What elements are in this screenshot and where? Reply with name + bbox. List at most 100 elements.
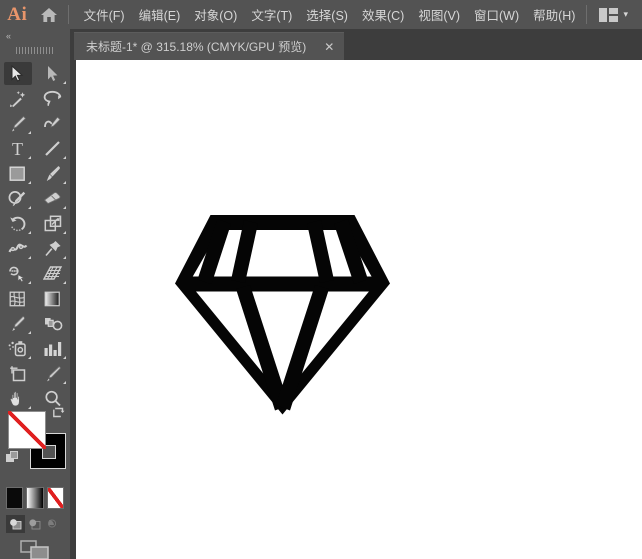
type-tool[interactable]: T	[0, 136, 35, 161]
menu-window[interactable]: 窗口(W)	[467, 0, 526, 29]
eyedropper-tool[interactable]	[0, 311, 35, 336]
document-tab-title: 未标题-1* @ 315.18% (CMYK/GPU 预览)	[86, 38, 306, 55]
tool-flyout-indicator[interactable]	[28, 406, 31, 409]
tool-flyout-indicator[interactable]	[63, 156, 66, 159]
document-tab-bar: 未标题-1* @ 315.18% (CMYK/GPU 预览) ✕	[70, 29, 642, 60]
menu-view[interactable]: 视图(V)	[411, 0, 467, 29]
canvas-area[interactable]	[70, 60, 642, 559]
scale-tool[interactable]	[35, 211, 70, 236]
tool-flyout-indicator[interactable]	[28, 356, 31, 359]
color-mode-buttons	[6, 487, 64, 509]
tool-flyout-indicator[interactable]	[28, 181, 31, 184]
tool-flyout-indicator[interactable]	[63, 81, 66, 84]
fill-swatch[interactable]	[8, 411, 46, 449]
menu-object[interactable]: 对象(O)	[187, 0, 244, 29]
tool-flyout-indicator[interactable]	[28, 156, 31, 159]
diamond-artwork[interactable]	[175, 215, 390, 415]
collapse-panel-icon[interactable]: «	[6, 31, 10, 41]
magic-wand-tool[interactable]	[0, 86, 35, 111]
selection-tool[interactable]	[0, 61, 35, 86]
tool-row	[0, 161, 70, 186]
tool-row: T	[0, 136, 70, 161]
menu-effect[interactable]: 效果(C)	[355, 0, 411, 29]
workspace-switcher-icon[interactable]	[595, 0, 621, 29]
panel-drag-handle[interactable]	[16, 47, 54, 54]
tool-flyout-indicator[interactable]	[63, 256, 66, 259]
blend-tool[interactable]	[35, 311, 70, 336]
tool-flyout-indicator[interactable]	[63, 181, 66, 184]
shaper-tool[interactable]	[0, 186, 35, 211]
rotate-tool[interactable]	[0, 211, 35, 236]
draw-inside-button[interactable]	[44, 515, 63, 533]
paintbrush-tool[interactable]	[35, 161, 70, 186]
curvature-tool[interactable]	[35, 111, 70, 136]
tool-row	[0, 211, 70, 236]
default-stroke-square	[10, 451, 18, 459]
tool-flyout-indicator[interactable]	[28, 131, 31, 134]
pen-tool[interactable]	[0, 111, 35, 136]
menu-type[interactable]: 文字(T)	[244, 0, 299, 29]
tool-flyout-indicator[interactable]	[63, 281, 66, 284]
menu-select[interactable]: 选择(S)	[299, 0, 355, 29]
workspace-controls: ▾	[582, 0, 642, 29]
eraser-tool[interactable]	[35, 186, 70, 211]
none-slash-icon	[8, 411, 46, 449]
artboard-tool[interactable]	[0, 361, 35, 386]
swap-fill-stroke-icon[interactable]	[52, 407, 66, 424]
tool-row	[0, 361, 70, 386]
app-logo: Ai	[0, 0, 34, 29]
draw-mode-buttons	[6, 515, 64, 533]
none-mode-button[interactable]	[47, 487, 64, 509]
type-t-icon: T	[12, 140, 23, 158]
free-transform-tool[interactable]	[35, 236, 70, 261]
width-tool[interactable]	[0, 236, 35, 261]
draw-normal-button[interactable]	[6, 515, 25, 533]
tool-flyout-indicator[interactable]	[28, 331, 31, 334]
artboard[interactable]	[76, 60, 642, 559]
symbol-sprayer-tool[interactable]	[0, 336, 35, 361]
column-graph-tool[interactable]	[35, 336, 70, 361]
tool-row	[0, 336, 70, 361]
draw-behind-button[interactable]	[25, 515, 44, 533]
tool-row	[0, 186, 70, 211]
tool-row	[0, 261, 70, 286]
tool-flyout-indicator[interactable]	[28, 206, 31, 209]
tool-flyout-indicator[interactable]	[63, 356, 66, 359]
fill-stroke-controls	[0, 407, 70, 477]
menu-help[interactable]: 帮助(H)	[526, 0, 582, 29]
menu-file[interactable]: 文件(F)	[77, 0, 132, 29]
direct-selection-tool[interactable]	[35, 61, 70, 86]
illustrator-window: Ai 文件(F) 编辑(E) 对象(O) 文字(T) 选择(S) 效果(C) 视…	[0, 0, 642, 559]
tool-flyout-indicator[interactable]	[28, 256, 31, 259]
tools-panel: «	[0, 29, 70, 559]
line-segment-tool[interactable]	[35, 136, 70, 161]
tool-flyout-indicator[interactable]	[28, 281, 31, 284]
menu-edit[interactable]: 编辑(E)	[132, 0, 188, 29]
chevron-down-icon[interactable]: ▾	[621, 9, 634, 20]
tools-panel-header: «	[0, 29, 70, 44]
tool-flyout-indicator[interactable]	[28, 231, 31, 234]
rectangle-tool[interactable]	[0, 161, 35, 186]
perspective-grid-tool[interactable]	[35, 261, 70, 286]
document-tab[interactable]: 未标题-1* @ 315.18% (CMYK/GPU 预览) ✕	[74, 32, 344, 60]
tool-flyout-indicator[interactable]	[63, 381, 66, 384]
slice-tool[interactable]	[35, 361, 70, 386]
tool-flyout-indicator[interactable]	[63, 206, 66, 209]
close-icon[interactable]: ✕	[320, 41, 338, 53]
color-mode-button[interactable]	[6, 487, 23, 509]
screen-mode-button[interactable]	[0, 537, 70, 559]
gradient-tool[interactable]	[35, 286, 70, 311]
tool-row	[0, 286, 70, 311]
workspace-divider	[586, 5, 587, 24]
menu-bar: Ai 文件(F) 编辑(E) 对象(O) 文字(T) 选择(S) 效果(C) 视…	[0, 0, 642, 29]
tool-row	[0, 311, 70, 336]
shape-builder-tool[interactable]	[0, 261, 35, 286]
menu-divider	[68, 5, 69, 24]
gradient-mode-button[interactable]	[26, 487, 43, 509]
tool-flyout-indicator[interactable]	[63, 231, 66, 234]
default-fill-stroke-icon[interactable]	[6, 451, 19, 464]
tool-grid: T	[0, 61, 70, 411]
lasso-tool[interactable]	[35, 86, 70, 111]
home-icon[interactable]	[34, 0, 63, 29]
mesh-tool[interactable]	[0, 286, 35, 311]
